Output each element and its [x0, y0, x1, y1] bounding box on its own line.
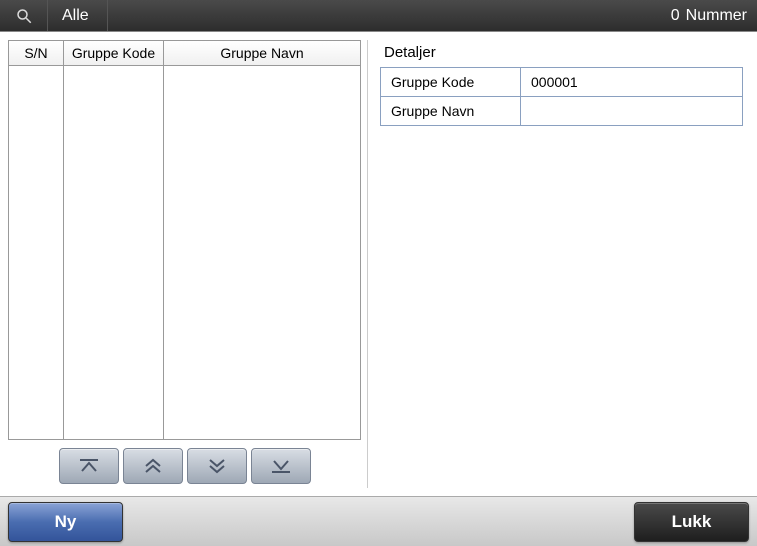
bottom-toolbar: Ny Lukk — [0, 496, 757, 546]
filter-dropdown[interactable]: Alle — [48, 0, 108, 31]
top-filter-bar: Alle 0 Nummer — [0, 0, 757, 32]
details-title: Detaljer — [380, 40, 743, 67]
chevron-down-double-icon — [206, 458, 228, 474]
detail-value-kode[interactable]: 000001 — [521, 68, 743, 97]
details-panel: Detaljer Gruppe Kode 000001 Gruppe Navn — [376, 40, 749, 488]
search-button[interactable] — [0, 0, 48, 31]
nav-first-button[interactable] — [59, 448, 119, 484]
grid-header: S/N Gruppe Kode Gruppe Navn — [9, 41, 360, 66]
group-grid[interactable]: S/N Gruppe Kode Gruppe Navn — [8, 40, 361, 440]
search-icon — [15, 7, 33, 25]
detail-value-navn[interactable] — [521, 97, 743, 126]
col-header-kode[interactable]: Gruppe Kode — [64, 41, 164, 65]
grid-nav-buttons — [8, 440, 361, 484]
nav-last-button[interactable] — [251, 448, 311, 484]
grid-body[interactable] — [9, 66, 360, 439]
chevron-up-double-icon — [142, 458, 164, 474]
go-last-icon — [270, 458, 292, 474]
record-count: 0 — [108, 7, 686, 25]
count-suffix: Nummer — [686, 7, 757, 25]
col-header-navn[interactable]: Gruppe Navn — [164, 41, 360, 65]
detail-label-kode: Gruppe Kode — [381, 68, 521, 97]
close-button[interactable]: Lukk — [634, 502, 749, 542]
col-header-sn[interactable]: S/N — [9, 41, 64, 65]
new-button[interactable]: Ny — [8, 502, 123, 542]
detail-row-navn: Gruppe Navn — [381, 97, 743, 126]
detail-row-kode: Gruppe Kode 000001 — [381, 68, 743, 97]
list-panel: S/N Gruppe Kode Gruppe Navn — [8, 40, 368, 488]
main-content: S/N Gruppe Kode Gruppe Navn — [0, 32, 757, 496]
nav-down-button[interactable] — [187, 448, 247, 484]
details-table: Gruppe Kode 000001 Gruppe Navn — [380, 67, 743, 126]
nav-up-button[interactable] — [123, 448, 183, 484]
go-first-icon — [78, 458, 100, 474]
detail-label-navn: Gruppe Navn — [381, 97, 521, 126]
